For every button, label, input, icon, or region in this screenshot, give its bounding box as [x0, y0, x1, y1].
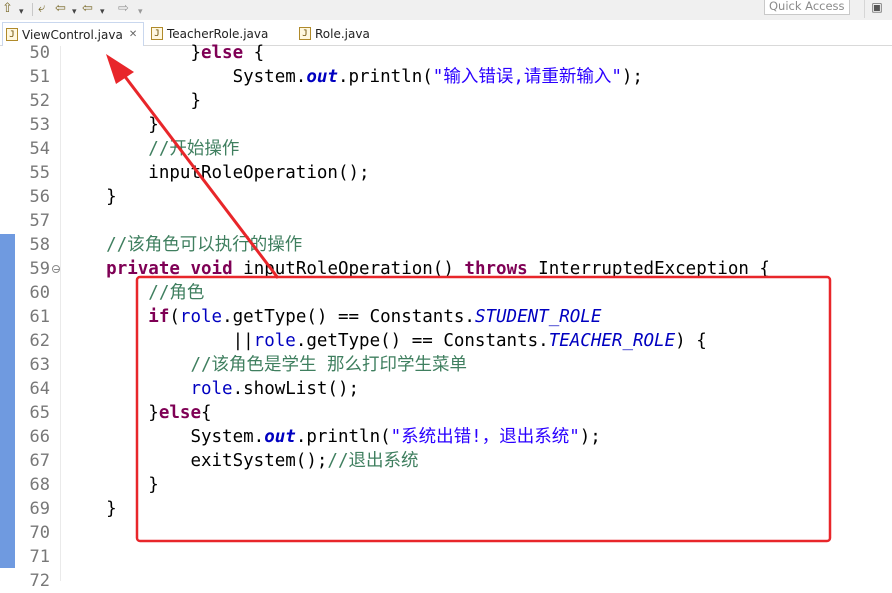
annotation-overlay [106, 54, 832, 543]
java-file-icon: J [151, 27, 163, 40]
back-dropdown-icon[interactable]: ▾ [72, 4, 77, 20]
tab-label: Role.java [315, 26, 370, 41]
tab-label: ViewControl.java [22, 27, 123, 42]
perspective-icon[interactable]: ▣ [864, 0, 889, 18]
forward-dropdown-icon[interactable]: ▾ [138, 4, 143, 20]
annotation-arrowhead [106, 54, 134, 84]
last-edit-location-icon[interactable]: ⤶ [38, 1, 45, 17]
quick-access-input[interactable]: Quick Access [764, 0, 850, 15]
back-icon[interactable]: ⇦ [55, 1, 66, 17]
dropdown-chevron-icon[interactable]: ▾ [19, 4, 24, 20]
toolbar-separator [32, 3, 33, 16]
java-file-icon: J [299, 27, 311, 40]
tab-label: TeacherRole.java [167, 26, 269, 41]
up-arrow-icon[interactable]: ⇧ [2, 1, 13, 17]
forward-icon[interactable]: ⇨ [118, 1, 129, 17]
toolbar: ⇧ ▾ ⤶ ⇦ ▾ ⇦ ▾ ⇨ ▾ Quick Access ▣ [0, 0, 892, 20]
close-icon[interactable]: ✕ [129, 29, 137, 40]
highlight-box [135, 275, 832, 543]
java-file-icon: J [6, 28, 18, 41]
annotation-arrow-line [118, 69, 280, 279]
forward-back-icon[interactable]: ⇦ [82, 1, 93, 17]
code-editor[interactable]: 50 }else {51 System.out.println("输入错误,请重… [0, 43, 892, 591]
back2-dropdown-icon[interactable]: ▾ [100, 4, 105, 20]
